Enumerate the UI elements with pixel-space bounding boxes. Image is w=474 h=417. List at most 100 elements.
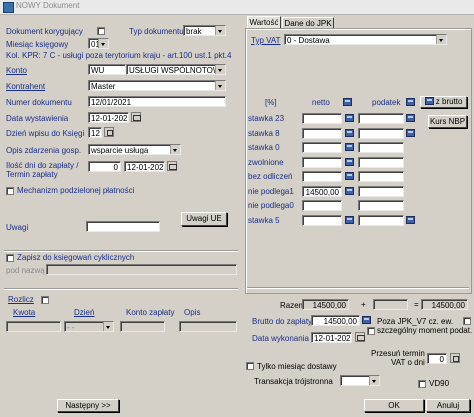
opis-zaplaty-field[interactable] [179,321,237,332]
cancel-button[interactable]: Anuluj [426,399,470,412]
col-opis: Opis [184,308,201,317]
podatek-field[interactable] [358,214,404,226]
kurs-nbp-button[interactable]: Kurs NBP [428,115,467,128]
app-icon [3,2,14,13]
chevron-down-icon [436,35,446,44]
opis-select[interactable]: wsparcie usługa [88,144,181,155]
podatek-field[interactable] [358,142,404,153]
calculator-icon[interactable] [345,114,354,122]
rate-label: nie podlega1 [248,186,294,196]
ilosc-dni-label-2: Termin zapłaty [6,170,58,179]
netto-field[interactable] [302,171,342,182]
miesiac-label: Miesiąc księgowy [6,40,69,49]
rate-label: nie podlega0 [248,201,294,210]
netto-field[interactable] [302,214,342,226]
uwagi-ue-button[interactable]: Uwagi UE [181,212,227,226]
konto-name-select[interactable]: USŁUGI WSPÓLNOTOWE [126,64,226,75]
dzien-select[interactable]: - - [64,321,114,332]
netto-field[interactable] [302,142,342,153]
calculator-icon[interactable] [345,157,354,166]
szczegolny-checkbox[interactable] [367,327,375,335]
brutto-field[interactable]: 14500,00 [311,315,360,326]
netto-field[interactable] [302,200,342,211]
podatek-field[interactable] [358,127,404,139]
konto-code-field[interactable]: WU [88,64,126,75]
razem-eq: = [414,300,419,309]
podatek-field[interactable] [358,171,404,182]
transakcja-label: Transakcja trójstronna [254,377,333,386]
netto-field[interactable] [302,156,342,168]
kontrahent-label[interactable]: Kontrahent [6,82,45,92]
dokument-korygujacy-label: Dokument korygujący [6,27,83,36]
calculator-icon[interactable] [345,128,354,137]
dzien-wpisu-field[interactable]: 12 [88,127,102,138]
col-netto: netto [312,98,330,107]
kontrahent-value: Master [91,82,116,91]
z-brutto-button[interactable]: z brutto [420,96,467,108]
divider [4,288,238,289]
calculator-icon[interactable] [406,128,415,137]
chevron-down-icon [170,145,180,154]
rozlicz-checkbox[interactable] [41,296,49,304]
rate-row: stawka 5 [248,214,428,227]
typ-dokumentu-select[interactable]: brak [183,25,226,36]
calculator-icon[interactable] [345,215,354,224]
netto-field[interactable] [302,127,342,139]
podatek-field[interactable] [358,113,404,124]
calculator-icon[interactable] [345,143,354,151]
poza-jpk-checkbox[interactable] [463,317,471,325]
rozlicz-label[interactable]: Rozlicz [8,295,34,305]
rate-label: bez odliczeń [248,172,293,181]
podatek-field[interactable] [358,200,404,211]
calculator-icon[interactable] [406,98,415,106]
data-wykonania-field[interactable]: 12-01-2021 [311,332,352,343]
tylko-miesiac-checkbox[interactable] [246,362,254,370]
konto-label[interactable]: Konto [6,66,27,76]
dokument-korygujacy-checkbox[interactable] [97,27,105,35]
divider [247,287,469,288]
mechanizm-checkbox[interactable] [6,187,14,195]
uwagi-field[interactable] [86,221,160,232]
edit-icon[interactable] [450,353,460,363]
numer-dokumentu-field[interactable]: 12/01/2021 [88,96,226,107]
pod-nazwa-field[interactable] [46,264,237,275]
calendar-icon[interactable] [355,332,365,342]
next-button[interactable]: Następny >> [57,399,119,412]
kontrahent-select[interactable]: Master [88,80,226,91]
calculator-icon[interactable] [345,186,354,195]
kwota-field[interactable] [6,321,61,332]
zapisz-checkbox[interactable] [6,254,14,262]
calculator-icon[interactable] [406,114,415,122]
chevron-down-icon [215,26,225,35]
window-title: NOWY Dokument [16,1,80,10]
calendar-icon[interactable] [167,161,177,171]
calendar-icon[interactable] [131,112,141,122]
typ-vat-label[interactable]: Typ VAT [251,36,281,46]
vd90-checkbox[interactable] [418,380,426,388]
konto-zaplaty-field[interactable] [120,321,165,332]
title-bar: NOWY Dokument [0,0,474,15]
calculator-icon[interactable] [362,316,371,324]
termin-zaplaty-field[interactable]: 12-01-2021 [124,161,165,172]
przesun-field[interactable]: 0 [427,353,447,364]
col-kwota: Kwota [13,308,36,317]
edit-icon[interactable] [104,127,114,137]
calculator-icon[interactable] [406,215,415,224]
typ-vat-select[interactable]: 0 - Dostawa [284,34,447,45]
dzien-placeholder: - - [67,323,75,332]
podatek-field[interactable] [358,185,404,197]
netto-field[interactable] [302,113,342,124]
data-wystawienia-field[interactable]: 12-01-2021 [88,112,129,123]
miesiac-select[interactable]: 01 [88,38,109,49]
netto-field[interactable]: 14500,00 [302,185,342,197]
chevron-down-icon [98,39,108,48]
transakcja-select[interactable] [340,375,380,386]
calculator-icon[interactable] [343,98,352,106]
rate-label: stawka 0 [248,143,280,152]
podatek-field[interactable] [358,156,404,168]
ok-button[interactable]: OK [364,399,424,412]
chevron-down-icon [369,376,379,385]
calculator-icon[interactable] [345,172,354,180]
chevron-down-icon [215,81,225,90]
ilosc-dni-field[interactable]: 0 [88,161,121,172]
